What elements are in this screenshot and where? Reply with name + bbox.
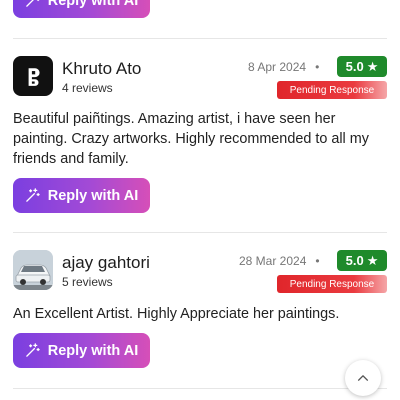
- reply-with-ai-button[interactable]: Reply with AI: [13, 333, 150, 368]
- rating-badge: 5.0 ★: [337, 56, 387, 77]
- reviewer-name: Khruto Ato: [62, 59, 142, 78]
- magic-wand-icon: [25, 188, 40, 202]
- review-date: 28 Mar 2024 •: [239, 254, 320, 268]
- chevron-up-icon: [357, 375, 369, 381]
- separator-dot: •: [315, 60, 320, 74]
- magic-wand-icon: [25, 343, 40, 357]
- reply-button-label: Reply with AI: [47, 0, 139, 9]
- reply-with-ai-button[interactable]: Reply with AI: [13, 0, 150, 18]
- review-date: 8 Apr 2024 •: [248, 60, 320, 74]
- reply-button-label: Reply with AI: [47, 342, 139, 359]
- review-count: 5 reviews: [62, 275, 113, 289]
- star-icon: ★: [366, 252, 379, 268]
- separator-dot: •: [315, 254, 320, 268]
- reply-button-label: Reply with AI: [47, 187, 139, 204]
- letter-avatar-icon: [28, 68, 40, 86]
- avatar: [13, 56, 53, 96]
- status-badge: Pending Response: [277, 275, 387, 293]
- rating-badge: 5.0 ★: [337, 250, 387, 271]
- reviewer-name: ajay gahtori: [62, 253, 150, 272]
- scroll-to-top-button[interactable]: [345, 360, 381, 396]
- star-icon: ★: [366, 58, 379, 74]
- review-text: Beautiful paiñtings. Amazing artist, i h…: [13, 111, 369, 167]
- magic-wand-icon: [25, 0, 40, 7]
- reply-with-ai-button[interactable]: Reply with AI: [13, 178, 150, 213]
- divider: [13, 388, 387, 389]
- divider: [13, 38, 387, 39]
- status-badge: Pending Response: [277, 81, 387, 99]
- car-photo-icon: [13, 250, 53, 290]
- review-count: 4 reviews: [62, 81, 113, 95]
- review-text: An Excellent Artist. Highly Appreciate h…: [13, 306, 340, 322]
- divider: [13, 232, 387, 233]
- avatar: [13, 250, 53, 290]
